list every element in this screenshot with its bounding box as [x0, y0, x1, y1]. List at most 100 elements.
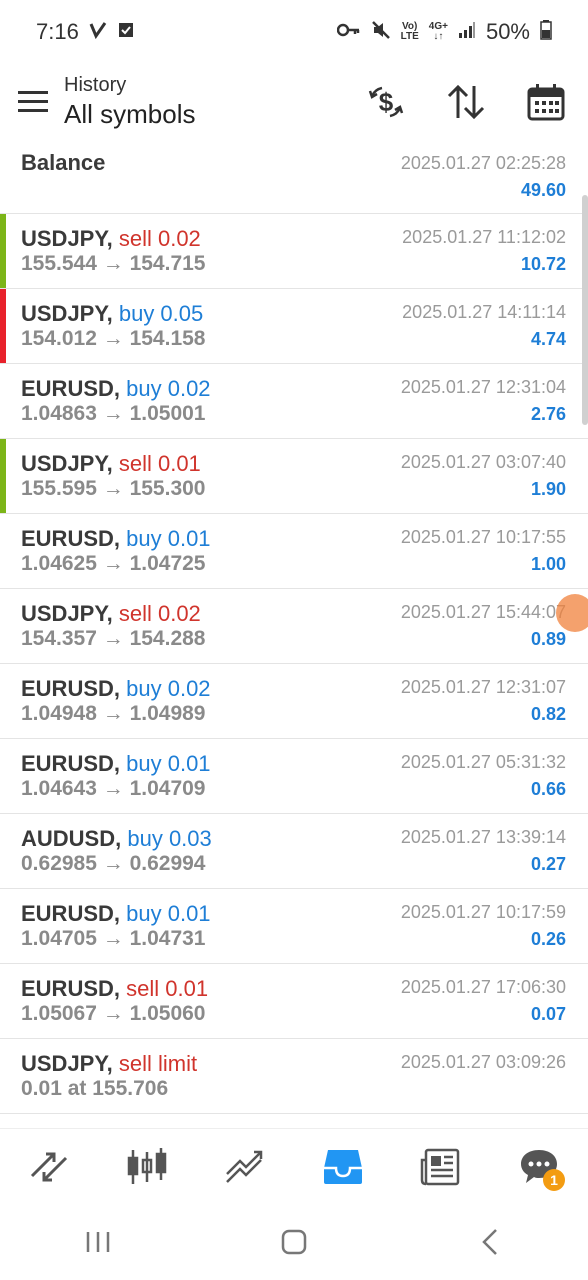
nav-news[interactable] [411, 1137, 471, 1197]
deal-row[interactable]: EURUSD, buy 0.01 1.04705 → 1.04731 2025.… [0, 889, 588, 964]
deal-type: buy 0.05 [118, 301, 204, 326]
nav-chat[interactable]: 1 [509, 1137, 569, 1197]
deal-symbol: USDJPY, [21, 601, 113, 626]
deal-date: 2025.01.27 10:17:55 [400, 527, 566, 547]
mute-icon [371, 20, 391, 45]
check-icon [89, 21, 107, 44]
deal-date: 2025.01.27 03:07:40 [400, 452, 566, 472]
battery-icon [540, 19, 552, 45]
deal-type: buy 0.03 [127, 826, 212, 851]
deal-date: 2025.01.27 12:31:04 [400, 377, 566, 397]
deal-prices: 0.62985 → 0.62994 [21, 852, 206, 875]
deal-symbol-line: USDJPY, buy 0.05 [21, 301, 203, 327]
deal-symbol-line: USDJPY, sell 0.02 [21, 226, 201, 252]
candlestick-icon [127, 1147, 167, 1184]
deal-profit: 0.27 [530, 854, 566, 874]
home-icon [281, 1229, 307, 1255]
status-bar: 7:16 Vo) LTE 4G+ ↓↑ 50% [0, 0, 588, 64]
header-titles[interactable]: History All symbols [64, 73, 195, 131]
deal-symbol-line: USDJPY, sell 0.02 [21, 601, 201, 627]
scrollbar[interactable] [582, 195, 588, 425]
nav-chart[interactable] [117, 1137, 177, 1197]
system-nav [0, 1204, 588, 1280]
deal-date: 2025.01.27 10:17:59 [400, 902, 566, 922]
nav-quotes[interactable] [19, 1137, 79, 1197]
deal-type: buy 0.02 [126, 676, 211, 701]
deal-date: 2025.01.27 12:31:07 [400, 677, 566, 697]
deal-prices: 0.01 at 155.706 [21, 1077, 169, 1100]
recents-icon [86, 1232, 110, 1252]
deal-symbol: EURUSD, [21, 751, 121, 776]
deal-row[interactable]: USDJPY, sell 0.01 155.595 → 155.300 2025… [0, 439, 588, 514]
deal-row[interactable]: EURUSD, sell 0.01 1.05067 → 1.05060 2025… [0, 964, 588, 1039]
balance-amount: 49.60 [520, 180, 566, 200]
deal-symbol-line: EURUSD, buy 0.02 [21, 376, 211, 402]
deal-symbol: USDJPY, [21, 1051, 113, 1076]
balance-date: 2025.01.27 02:25:28 [400, 153, 566, 173]
sort-button[interactable] [438, 74, 494, 130]
calendar-icon [527, 84, 565, 121]
deal-symbol: USDJPY, [21, 301, 113, 326]
deal-date: 2025.01.27 15:44:07 [400, 602, 566, 622]
deal-row[interactable]: USDJPY, sell 0.02 154.357 → 154.288 2025… [0, 589, 588, 664]
back-button[interactable] [460, 1212, 520, 1272]
balance-row[interactable]: Balance 2025.01.27 02:25:28 49.60 [0, 140, 588, 214]
deposit-filter-button[interactable]: $ [358, 74, 414, 130]
deal-row[interactable]: USDJPY, sell 0.02 155.544 → 154.715 2025… [0, 214, 588, 289]
deal-row[interactable]: EURUSD, buy 0.02 1.04863 → 1.05001 2025.… [0, 364, 588, 439]
deal-type: sell 0.02 [118, 601, 201, 626]
history-list[interactable]: Balance 2025.01.27 02:25:28 49.60 USDJPY… [0, 140, 588, 1120]
deal-symbol: USDJPY, [21, 451, 113, 476]
history-icon [324, 1149, 362, 1184]
deal-row[interactable]: USDJPY, sell limit 0.01 at 155.706 2025.… [0, 1039, 588, 1114]
network-type-icon: 4G+ ↓↑ [428, 21, 448, 42]
deal-symbol-line: EURUSD, buy 0.01 [21, 526, 211, 552]
deal-symbol-line: EURUSD, buy 0.01 [21, 751, 211, 777]
deal-symbol-line: AUDUSD, buy 0.03 [21, 826, 212, 852]
dollar-refresh-icon: $ [368, 86, 404, 118]
deal-row[interactable]: EURUSD, buy 0.01 1.04643 → 1.04709 2025.… [0, 739, 588, 814]
deal-profit: 2.76 [530, 404, 566, 424]
deal-symbol-line: EURUSD, buy 0.02 [21, 676, 211, 702]
deal-date: 2025.01.27 11:12:02 [402, 227, 566, 247]
deal-row[interactable]: EURUSD, buy 0.01 1.04625 → 1.04725 2025.… [0, 514, 588, 589]
deal-row[interactable]: USDJPY, buy 0.05 154.012 → 154.158 2025.… [0, 289, 588, 364]
nav-trade[interactable] [215, 1137, 275, 1197]
menu-button[interactable] [2, 71, 64, 133]
deal-symbol: EURUSD, [21, 526, 121, 551]
deal-prices: 1.04625 → 1.04725 [21, 552, 206, 575]
battery-percent: 50% [485, 19, 530, 44]
deal-symbol: EURUSD, [21, 976, 121, 1001]
deal-prices: 1.05067 → 1.05060 [21, 1002, 206, 1025]
deal-row[interactable]: EURUSD, buy 0.02 1.04948 → 1.04989 2025.… [0, 664, 588, 739]
key-icon [336, 22, 361, 43]
touch-indicator [556, 594, 588, 632]
deal-profit: 0.82 [530, 704, 566, 724]
signal-icon [458, 21, 476, 44]
deal-type: sell limit [118, 1051, 198, 1076]
deal-prices: 154.357 → 154.288 [21, 627, 206, 650]
notification-icon [117, 21, 135, 44]
deal-symbol: USDJPY, [21, 226, 113, 251]
status-time: 7:16 [36, 19, 79, 44]
volte-icon: Vo) LTE [400, 21, 419, 42]
deal-profit: 1.00 [530, 554, 566, 574]
quotes-icon [30, 1152, 68, 1181]
deal-prices: 1.04643 → 1.04709 [21, 777, 206, 800]
deal-row[interactable]: AUDUSD, buy 0.03 0.62985 → 0.62994 2025.… [0, 814, 588, 889]
deal-type: buy 0.02 [126, 376, 211, 401]
svg-text:$: $ [379, 87, 394, 117]
deal-profit: 1.90 [530, 479, 566, 499]
period-button[interactable] [518, 74, 574, 130]
app-header: History All symbols $ [0, 64, 588, 140]
home-button[interactable] [264, 1212, 324, 1272]
bottom-nav: 1 [0, 1128, 588, 1204]
deal-date: 2025.01.27 13:39:14 [400, 827, 566, 847]
deal-symbol-line: EURUSD, sell 0.01 [21, 976, 208, 1002]
recents-button[interactable] [68, 1212, 128, 1272]
deal-profit: 0.66 [530, 779, 566, 799]
deal-profit: 4.74 [530, 329, 566, 349]
nav-history[interactable] [313, 1137, 373, 1197]
deal-type: buy 0.01 [126, 526, 211, 551]
deal-symbol-line: EURUSD, buy 0.01 [21, 901, 211, 927]
